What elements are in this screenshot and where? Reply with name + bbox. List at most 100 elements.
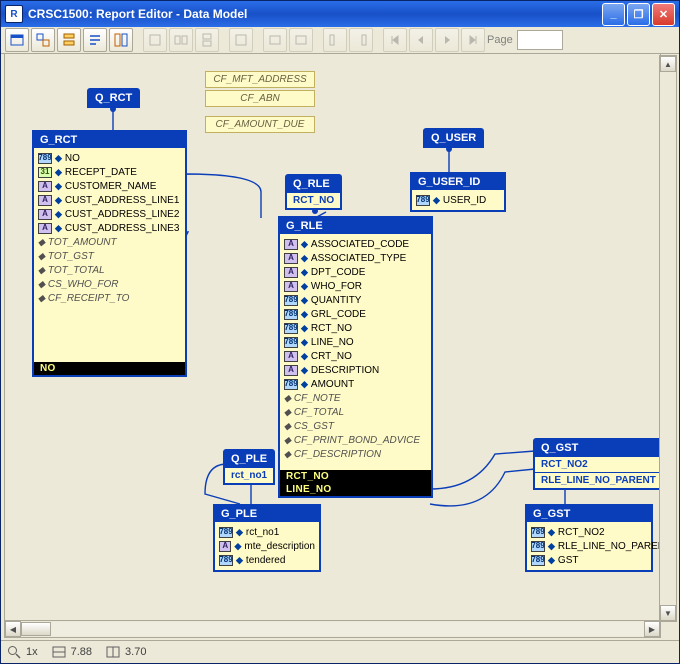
query-q-gst[interactable]: Q_GST RCT_NO2 RLE_LINE_NO_PARENT: [533, 438, 664, 490]
nav-last-icon[interactable]: [461, 28, 485, 52]
scroll-up-icon[interactable]: ▲: [660, 56, 676, 72]
toolbar-icon-11[interactable]: [289, 28, 313, 52]
toolbar-icon-6[interactable]: [143, 28, 167, 52]
arrow-icon: ◆: [433, 195, 440, 206]
column-row[interactable]: 789◆USER_ID: [416, 193, 500, 207]
maximize-button[interactable]: ❐: [627, 3, 650, 26]
column-row[interactable]: 789◆LINE_NO: [284, 335, 427, 349]
field-cf-mft-address[interactable]: CF_MFT_ADDRESS: [205, 71, 315, 88]
column-row[interactable]: A◆WHO_FOR: [284, 279, 427, 293]
toolbar-icon-8[interactable]: [195, 28, 219, 52]
toolbar-icon-1[interactable]: [5, 28, 29, 52]
arrow-icon: ◆: [301, 253, 308, 264]
column-row[interactable]: 789◆rct_no1: [219, 525, 315, 539]
column-row[interactable]: A◆mte_description: [219, 539, 315, 553]
formula-row[interactable]: ◆CS_WHO_FOR: [38, 277, 181, 291]
coord-y-value: 3.70: [125, 646, 146, 658]
column-row[interactable]: 789◆RCT_NO2: [531, 525, 647, 539]
column-row[interactable]: 789◆QUANTITY: [284, 293, 427, 307]
column-row[interactable]: A◆CUST_ADDRESS_LINE2: [38, 207, 181, 221]
column-row[interactable]: A◆CUST_ADDRESS_LINE3: [38, 221, 181, 235]
group-g-rct[interactable]: G_RCT 789◆NO31◆RECEPT_DATEA◆CUSTOMER_NAM…: [32, 130, 187, 377]
field-cf-abn[interactable]: CF_ABN: [205, 90, 315, 107]
canvas[interactable]: CF_MFT_ADDRESS CF_ABN CF_AMOUNT_DUE Q_RC…: [4, 54, 661, 622]
scroll-left-icon[interactable]: ◀: [5, 621, 21, 637]
column-row[interactable]: 789◆AMOUNT: [284, 377, 427, 391]
formula-row[interactable]: ◆CF_PRINT_BOND_ADVICE: [284, 433, 427, 447]
close-button[interactable]: ✕: [652, 3, 675, 26]
toolbar-icon-5[interactable]: [109, 28, 133, 52]
formula-row[interactable]: ◆CF_DESCRIPTION: [284, 447, 427, 461]
page-input[interactable]: [517, 30, 563, 50]
group-footer: NO: [34, 362, 185, 375]
nav-first-icon[interactable]: [383, 28, 407, 52]
formula-row[interactable]: ◆TOT_GST: [38, 249, 181, 263]
query-q-rle[interactable]: Q_RLE RCT_NO: [285, 174, 342, 210]
coord-y-icon: [106, 646, 120, 658]
toolbar-icon-9[interactable]: [229, 28, 253, 52]
column-name: CUST_ADDRESS_LINE2: [65, 209, 179, 220]
column-row[interactable]: A◆DESCRIPTION: [284, 363, 427, 377]
titlebar[interactable]: R CRSC1500: Report Editor - Data Model _…: [1, 1, 679, 27]
arrow-icon: ◆: [55, 195, 62, 206]
col-type-icon: A: [219, 541, 231, 552]
field-cf-amount-due[interactable]: CF_AMOUNT_DUE: [205, 116, 315, 133]
group-g-ple[interactable]: G_PLE 789◆rct_no1A◆mte_description789◆te…: [213, 504, 321, 572]
formula-row[interactable]: ◆CF_TOTAL: [284, 405, 427, 419]
toolbar-icon-3[interactable]: [57, 28, 81, 52]
column-name: NO: [65, 153, 80, 164]
query-title: Q_GST: [535, 440, 662, 456]
canvas-area: CF_MFT_ADDRESS CF_ABN CF_AMOUNT_DUE Q_RC…: [1, 54, 679, 640]
arrow-icon: ◆: [284, 435, 291, 446]
column-row[interactable]: A◆CUSTOMER_NAME: [38, 179, 181, 193]
arrow-icon: ◆: [38, 293, 45, 304]
query-q-user[interactable]: Q_USER: [423, 128, 484, 148]
scroll-thumb[interactable]: [21, 622, 51, 636]
column-row[interactable]: 789◆GST: [531, 553, 647, 567]
arrow-icon: ◆: [548, 541, 555, 552]
group-g-user-id[interactable]: G_USER_ID 789◆USER_ID: [410, 172, 506, 212]
minimize-button[interactable]: _: [602, 3, 625, 26]
vertical-scrollbar[interactable]: ▲ ▼: [659, 55, 677, 622]
column-name: QUANTITY: [311, 295, 362, 306]
group-title: G_RLE: [280, 218, 431, 234]
column-row[interactable]: A◆ASSOCIATED_TYPE: [284, 251, 427, 265]
column-row[interactable]: 789◆RLE_LINE_NO_PARENT: [531, 539, 647, 553]
column-name: ASSOCIATED_CODE: [311, 239, 409, 250]
toolbar-icon-4[interactable]: [83, 28, 107, 52]
column-row[interactable]: A◆CRT_NO: [284, 349, 427, 363]
column-row[interactable]: A◆DPT_CODE: [284, 265, 427, 279]
formula-row[interactable]: ◆CF_RECEIPT_TO: [38, 291, 181, 305]
nav-next-icon[interactable]: [435, 28, 459, 52]
horizontal-scrollbar[interactable]: ◀ ▶: [4, 620, 661, 638]
toolbar-icon-10[interactable]: [263, 28, 287, 52]
nav-prev-icon[interactable]: [409, 28, 433, 52]
group-title: G_PLE: [215, 506, 319, 522]
toolbar-icon-12[interactable]: [323, 28, 347, 52]
scroll-down-icon[interactable]: ▼: [660, 605, 676, 621]
column-row[interactable]: A◆ASSOCIATED_CODE: [284, 237, 427, 251]
column-row[interactable]: 789◆NO: [38, 151, 181, 165]
formula-row[interactable]: ◆CS_GST: [284, 419, 427, 433]
formula-row[interactable]: ◆TOT_AMOUNT: [38, 235, 181, 249]
toolbar-icon-13[interactable]: [349, 28, 373, 52]
formula-row[interactable]: ◆TOT_TOTAL: [38, 263, 181, 277]
toolbar-icon-7[interactable]: [169, 28, 193, 52]
toolbar-icon-2[interactable]: [31, 28, 55, 52]
column-row[interactable]: 789◆RCT_NO: [284, 321, 427, 335]
group-g-rle[interactable]: G_RLE A◆ASSOCIATED_CODEA◆ASSOCIATED_TYPE…: [278, 216, 433, 498]
arrow-icon: ◆: [55, 181, 62, 192]
column-row[interactable]: 31◆RECEPT_DATE: [38, 165, 181, 179]
column-name: RLE_LINE_NO_PARENT: [558, 541, 671, 552]
group-title: G_GST: [527, 506, 651, 522]
formula-row[interactable]: ◆CF_NOTE: [284, 391, 427, 405]
group-g-gst[interactable]: G_GST 789◆RCT_NO2789◆RLE_LINE_NO_PARENT7…: [525, 504, 653, 572]
scroll-right-icon[interactable]: ▶: [644, 621, 660, 637]
query-q-rct[interactable]: Q_RCT: [87, 88, 140, 108]
query-q-ple[interactable]: Q_PLE rct_no1: [223, 449, 275, 485]
column-row[interactable]: 789◆tendered: [219, 553, 315, 567]
statusbar: 1x 7.88 3.70: [1, 640, 679, 663]
column-row[interactable]: 789◆GRL_CODE: [284, 307, 427, 321]
arrow-icon: ◆: [284, 393, 291, 404]
column-row[interactable]: A◆CUST_ADDRESS_LINE1: [38, 193, 181, 207]
